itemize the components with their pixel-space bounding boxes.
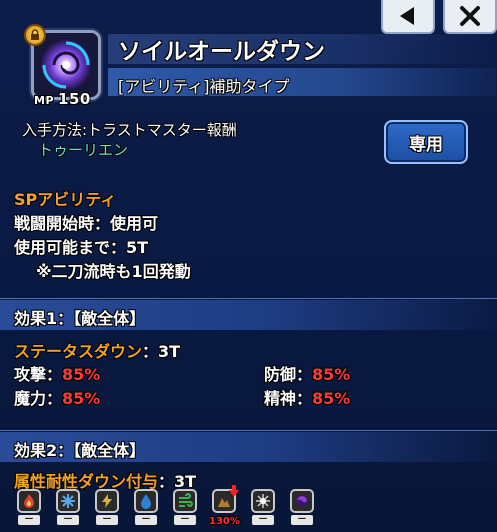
fire-icon: [17, 489, 41, 513]
vortex-icon: [34, 33, 98, 97]
earth-resistance-down: 130%: [209, 516, 240, 527]
element-resistance-list: ー ー ー ー ー 130% ー ー: [14, 485, 317, 527]
water-icon: [134, 489, 158, 513]
close-button[interactable]: [443, 0, 497, 34]
element-water: ー: [131, 489, 161, 527]
ice-icon: [56, 489, 80, 513]
element-lightning: ー: [92, 489, 122, 527]
divider: [0, 298, 497, 299]
stat-magic: 魔力：85%: [14, 389, 101, 408]
sp-line-1: 戦闘開始時：使用可: [14, 214, 159, 233]
lightning-icon: [95, 489, 119, 513]
effect1-description: ステータスダウン：3T: [14, 338, 180, 362]
dark-icon: [290, 489, 314, 513]
effect1-header-label: 効果1：【敵全体】: [14, 309, 146, 328]
element-dark: ー: [287, 489, 317, 527]
down-arrow-icon: [229, 485, 239, 497]
back-button[interactable]: [381, 0, 435, 34]
mp-cost: MP 150: [34, 90, 91, 108]
divider: [0, 430, 497, 431]
element-fire: ー: [14, 489, 44, 527]
element-wind: ー: [170, 489, 200, 527]
light-icon: [251, 489, 275, 513]
effect2-header-label: 効果2：【敵全体】: [14, 441, 146, 460]
acquisition-method: 入手方法:トラストマスター報酬: [22, 121, 237, 139]
exclusive-button[interactable]: 専用: [384, 120, 468, 164]
ability-name: ソイルオールダウン: [118, 39, 325, 65]
effect1-name: ステータスダウン: [14, 342, 143, 361]
acquisition-character: トゥーリエン: [38, 141, 129, 159]
element-ice: ー: [53, 489, 83, 527]
sp-heading: SPアビリティ: [14, 190, 117, 209]
stat-spirit: 精神：85%: [264, 389, 351, 408]
ability-type: [アビリティ]補助タイプ: [118, 77, 290, 96]
stat-attack: 攻撃：85%: [14, 365, 101, 384]
element-earth: 130%: [209, 485, 240, 527]
effect1-header: 効果1：【敵全体】: [0, 300, 497, 330]
wind-icon: [173, 489, 197, 513]
sp-line-2: 使用可能まで：5T: [14, 238, 149, 257]
effect1-turns: ：3T: [142, 342, 181, 361]
close-icon: [460, 6, 480, 26]
sp-line-3: ※二刀流時も1回発動: [36, 262, 191, 281]
lock-icon: [24, 24, 46, 46]
stat-defense: 防御：85%: [264, 365, 351, 384]
element-light: ー: [248, 489, 278, 527]
back-arrow-icon: [400, 7, 414, 25]
effect2-header: 効果2：【敵全体】: [0, 432, 497, 462]
